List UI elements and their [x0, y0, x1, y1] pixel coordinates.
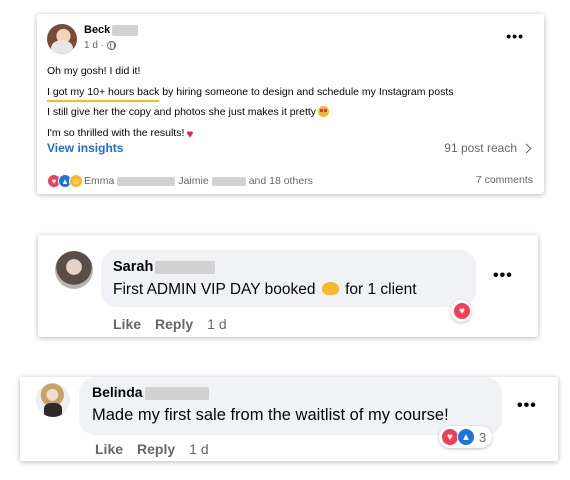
post-line-2: I got my 10+ hours back by hiring someon…: [47, 82, 532, 103]
post-line-4: I'm so thrilled with the results!: [47, 123, 532, 145]
comment-actions: Like Reply 1 d: [95, 441, 209, 457]
commenter-name-text[interactable]: Sarah: [113, 259, 153, 275]
comment-text-part-2: for 1 client: [345, 281, 417, 298]
post-line-4-text: I'm so thrilled with the results!: [47, 126, 185, 139]
comment-time[interactable]: 1 d: [189, 441, 208, 457]
reaction-icons: ♥ ▲ ☺: [47, 174, 83, 188]
two-hearts-emoji-icon: [186, 124, 198, 145]
post-text: Oh my gosh! I did it! I got my 10+ hours…: [47, 61, 532, 145]
post-time[interactable]: 1 d ·: [84, 40, 104, 51]
author-name-text[interactable]: Beck: [84, 24, 110, 36]
redacted-surname: [117, 176, 176, 186]
raising-hands-emoji-icon: [321, 282, 339, 295]
care-reaction-icon: ☺: [69, 174, 83, 188]
comment-more-icon[interactable]: •••: [493, 267, 513, 285]
comment-bubble: Belinda Made my first sale from the wait…: [79, 377, 502, 435]
post-meta: 1 d ·: [84, 40, 117, 51]
redacted-surname: [144, 386, 209, 400]
comment-bubble: Sarah First ADMIN VIP DAY booked for 1 c…: [101, 250, 476, 307]
reactions-summary[interactable]: ♥ ▲ ☺ Emma Jaimie and 18 others: [47, 174, 313, 188]
comment-time[interactable]: 1 d: [207, 316, 226, 332]
redacted-surname: [211, 176, 246, 186]
view-insights-link[interactable]: View insights: [47, 141, 123, 155]
comment-reaction-badge[interactable]: ♥ ▲ 3: [439, 426, 493, 448]
chevron-right-icon: [521, 143, 532, 153]
comment-card: Sarah First ADMIN VIP DAY booked for 1 c…: [38, 235, 538, 337]
reactor-name-1: Emma: [84, 175, 115, 187]
post-more-icon[interactable]: •••: [506, 28, 524, 44]
post-reach[interactable]: 91 post reach: [444, 141, 532, 155]
like-button[interactable]: Like: [113, 316, 141, 332]
comment-text: First ADMIN VIP DAY booked for 1 client: [113, 281, 417, 299]
comment-more-icon[interactable]: •••: [517, 397, 537, 415]
reactor-name-2: Jaimie: [178, 175, 209, 187]
comments-count[interactable]: 7 comments: [476, 174, 533, 186]
author-name[interactable]: Beck: [84, 24, 139, 36]
reactor-others: and 18 others: [248, 175, 313, 187]
comment-text: Made my first sale from the waitlist of …: [92, 406, 449, 424]
redacted-surname: [112, 24, 139, 36]
heart-eyes-emoji-icon: [318, 106, 330, 117]
author-avatar[interactable]: [47, 24, 77, 54]
commenter-avatar[interactable]: [36, 383, 70, 417]
public-globe-icon: [107, 41, 117, 50]
like-button[interactable]: Like: [95, 441, 123, 457]
comment-text-part-1: First ADMIN VIP DAY booked: [113, 281, 316, 298]
post-reach-text: 91 post reach: [444, 141, 517, 155]
comment-actions: Like Reply 1 d: [113, 316, 227, 332]
commenter-avatar[interactable]: [55, 251, 93, 289]
post-line-3-text: I still give her the copy and photos she…: [47, 106, 317, 118]
comment-reaction-badge[interactable]: ♥: [451, 300, 471, 322]
commenter-name[interactable]: Belinda: [92, 384, 209, 400]
like-reaction-icon: ▲: [457, 428, 475, 446]
commenter-name[interactable]: Sarah: [113, 259, 216, 275]
comment-card: Belinda Made my first sale from the wait…: [20, 377, 558, 461]
reaction-count: 3: [479, 429, 487, 445]
post-line-1: Oh my gosh! I did it!: [47, 65, 141, 77]
love-reaction-icon: ♥: [453, 302, 471, 320]
post-highlight: I got my 10+ hours back: [47, 85, 160, 98]
reply-button[interactable]: Reply: [155, 316, 193, 332]
reply-button[interactable]: Reply: [137, 441, 175, 457]
commenter-name-text[interactable]: Belinda: [92, 384, 143, 400]
redacted-surname: [155, 260, 216, 274]
post-line-2-rest: by hiring someone to design and schedule…: [159, 85, 454, 98]
post-card: Beck 1 d · ••• Oh my gosh! I did it! I g…: [37, 14, 544, 194]
post-line-3: I still give her the copy and photos she…: [47, 102, 532, 123]
